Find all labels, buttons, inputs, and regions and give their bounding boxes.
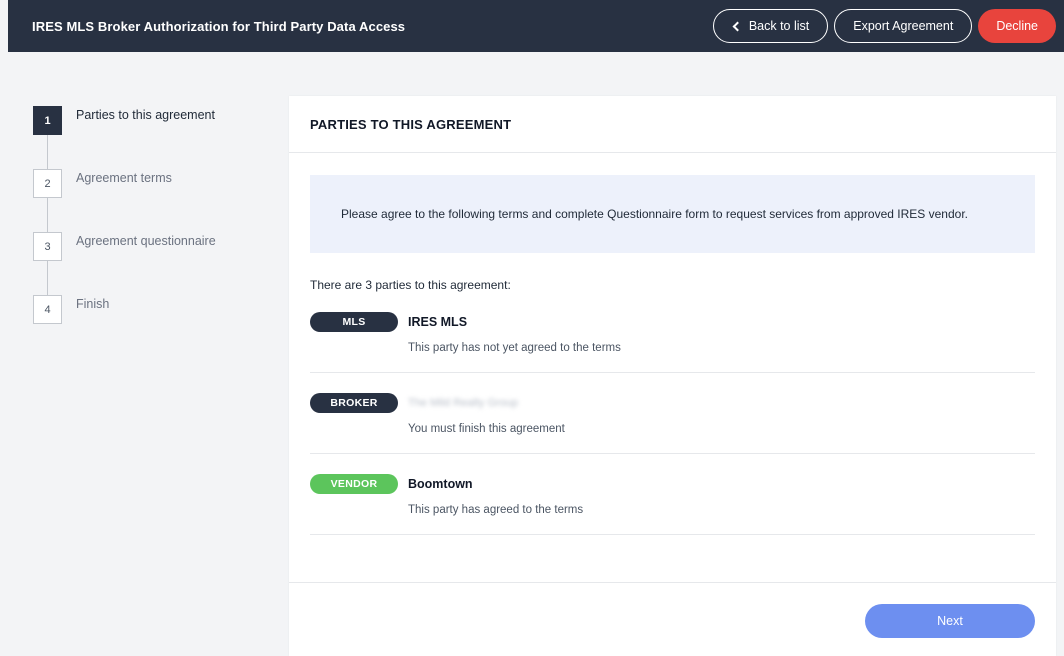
step-terms[interactable]: 2 Agreement terms	[33, 169, 273, 198]
step-number: 1	[33, 106, 62, 135]
step-label: Parties to this agreement	[76, 108, 215, 122]
agreement-title: IRES MLS Broker Authorization for Third …	[32, 18, 406, 34]
panel-footer: Next	[289, 582, 1056, 656]
party-info: The Mild Realty Group You must finish th…	[408, 393, 565, 435]
decline-button[interactable]: Decline	[978, 9, 1056, 43]
notice-text: Please agree to the following terms and …	[341, 207, 968, 221]
step-label: Agreement questionnaire	[76, 234, 216, 248]
party-info: IRES MLS This party has not yet agreed t…	[408, 312, 621, 354]
panel-title: PARTIES TO THIS AGREEMENT	[289, 96, 1056, 153]
export-agreement-button[interactable]: Export Agreement	[834, 9, 973, 43]
party-name: IRES MLS	[408, 315, 468, 329]
party-info: Boomtown This party has agreed to the te…	[408, 474, 583, 516]
top-bar: IRES MLS Broker Authorization for Third …	[8, 0, 1064, 52]
party-row-vendor: VENDOR Boomtown This party has agreed to…	[310, 454, 1035, 535]
role-badge-broker: BROKER	[310, 393, 398, 413]
role-badge-mls: MLS	[310, 312, 398, 332]
step-connector	[47, 261, 48, 295]
next-button[interactable]: Next	[865, 604, 1035, 638]
party-name: Boomtown	[408, 477, 473, 491]
step-number: 3	[33, 232, 62, 261]
party-status: This party has not yet agreed to the ter…	[408, 342, 621, 354]
party-name-blurred: The Mild Realty Group	[408, 397, 519, 409]
step-number: 4	[33, 295, 62, 324]
step-connector	[47, 135, 48, 169]
party-status: This party has agreed to the terms	[408, 504, 584, 516]
back-to-list-button[interactable]: Back to list	[712, 9, 829, 43]
step-connector	[47, 198, 48, 232]
step-parties[interactable]: 1 Parties to this agreement	[33, 106, 273, 135]
party-row-broker: BROKER The Mild Realty Group You must fi…	[310, 373, 1035, 454]
party-row-mls: MLS IRES MLS This party has not yet agre…	[310, 292, 1035, 373]
notice-box: Please agree to the following terms and …	[310, 175, 1035, 253]
role-badge-vendor: VENDOR	[310, 474, 398, 494]
step-label: Agreement terms	[76, 171, 172, 185]
step-finish[interactable]: 4 Finish	[33, 295, 273, 324]
header-actions: Back to list Export Agreement Decline	[712, 9, 1056, 43]
agreement-panel: PARTIES TO THIS AGREEMENT Please agree t…	[289, 96, 1056, 656]
step-questionnaire[interactable]: 3 Agreement questionnaire	[33, 232, 273, 261]
step-number: 2	[33, 169, 62, 198]
parties-count: There are 3 parties to this agreement:	[310, 278, 511, 292]
party-status: You must finish this agreement	[408, 423, 565, 435]
chevron-left-icon	[732, 21, 743, 31]
steps-sidebar: 1 Parties to this agreement 2 Agreement …	[33, 106, 273, 324]
back-to-list-label: Back to list	[748, 19, 810, 33]
step-label: Finish	[76, 297, 110, 311]
